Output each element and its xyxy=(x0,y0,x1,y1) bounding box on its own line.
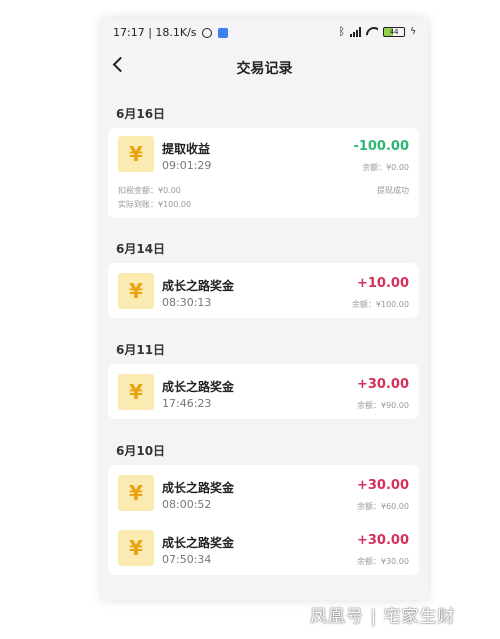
transaction-row[interactable]: ¥ 成长之路奖金 07:50:34 +30.00 余额：¥30.00 xyxy=(108,522,419,572)
transaction-card[interactable]: ¥ 成长之路奖金 08:30:13 +10.00 余额：¥100.00 xyxy=(108,263,419,318)
status-left: 17:17 | 18.1K/s xyxy=(113,26,228,39)
transaction-title: 提取收益 xyxy=(162,142,211,156)
transaction-amount: -100.00 xyxy=(353,139,409,154)
yen-icon: ¥ xyxy=(118,273,154,309)
transaction-time: 07:50:34 xyxy=(162,553,212,566)
transaction-title: 成长之路奖金 xyxy=(162,279,235,293)
charge-icon: ϟ xyxy=(410,26,416,37)
transaction-time: 17:46:23 xyxy=(162,397,212,410)
transaction-title: 成长之路奖金 xyxy=(162,481,235,495)
transaction-amount: +30.00 xyxy=(356,478,409,493)
transaction-card[interactable]: ¥ 成长之路奖金 08:00:52 +30.00 余额：¥60.00 ¥ 成长之… xyxy=(108,465,419,575)
nav-bar: 交易记录 xyxy=(101,48,428,84)
status-right: ᛒ 44 ϟ xyxy=(338,26,416,37)
transaction-row[interactable]: ¥ 成长之路奖金 08:30:13 +10.00 余额：¥100.00 xyxy=(108,265,419,315)
transaction-row[interactable]: ¥ 成长之路奖金 08:00:52 +30.00 余额：¥60.00 xyxy=(108,467,419,517)
transaction-amount: +30.00 xyxy=(356,377,409,392)
watermark: 凤凰号 | 宅家生财 xyxy=(310,607,456,627)
yen-icon: ¥ xyxy=(118,374,154,410)
transaction-amount: +30.00 xyxy=(356,533,409,548)
transaction-card[interactable]: ¥ 提取收益 09:01:29 -100.00 余额：¥0.00 扣税金额：¥0… xyxy=(108,128,419,218)
section-date: 6月11日 xyxy=(116,343,166,357)
transaction-time: 08:30:13 xyxy=(162,296,212,309)
transaction-row[interactable]: ¥ 提取收益 09:01:29 -100.00 余额：¥0.00 xyxy=(108,128,419,178)
transaction-balance: 余额：¥0.00 xyxy=(362,163,409,172)
phone-screen: 17:17 | 18.1K/s ᛒ 44 ϟ 交易记录 6月16日 ¥ 提取收益… xyxy=(101,18,428,600)
status-bar: 17:17 | 18.1K/s ᛒ 44 ϟ xyxy=(101,18,428,48)
transaction-balance: 余额：¥60.00 xyxy=(357,502,409,511)
signal-icon xyxy=(350,26,362,37)
actual-amount: 实际到账：¥100.00 xyxy=(118,200,192,209)
transaction-title: 成长之路奖金 xyxy=(162,536,235,550)
wifi-icon xyxy=(366,27,378,37)
bluetooth-icon: ᛒ xyxy=(338,25,346,38)
transaction-row[interactable]: ¥ 成长之路奖金 17:46:23 +30.00 余额：¥90.00 xyxy=(108,366,419,416)
transaction-balance: 余额：¥90.00 xyxy=(357,401,409,410)
transaction-time: 09:01:29 xyxy=(162,159,212,172)
transaction-balance: 余额：¥30.00 xyxy=(357,557,409,566)
yen-icon: ¥ xyxy=(118,136,154,172)
yen-icon: ¥ xyxy=(118,530,154,566)
yen-icon: ¥ xyxy=(118,475,154,511)
status-time-speed: 17:17 | 18.1K/s xyxy=(113,26,197,39)
section-date: 6月16日 xyxy=(116,107,166,121)
transaction-balance: 余额：¥100.00 xyxy=(351,300,409,309)
tax-amount: 扣税金额：¥0.00 xyxy=(118,186,181,195)
transaction-card[interactable]: ¥ 成长之路奖金 17:46:23 +30.00 余额：¥90.00 xyxy=(108,364,419,419)
withdraw-status: 提现成功 xyxy=(377,186,409,195)
transaction-time: 08:00:52 xyxy=(162,498,212,511)
page-title: 交易记录 xyxy=(236,61,293,77)
alarm-icon xyxy=(201,27,212,38)
transaction-amount: +10.00 xyxy=(356,276,409,291)
transaction-title: 成长之路奖金 xyxy=(162,380,235,394)
section-date: 6月10日 xyxy=(116,444,166,458)
battery-icon: 44 xyxy=(383,26,406,37)
app-badge-icon xyxy=(217,27,228,38)
section-date: 6月14日 xyxy=(116,242,166,256)
